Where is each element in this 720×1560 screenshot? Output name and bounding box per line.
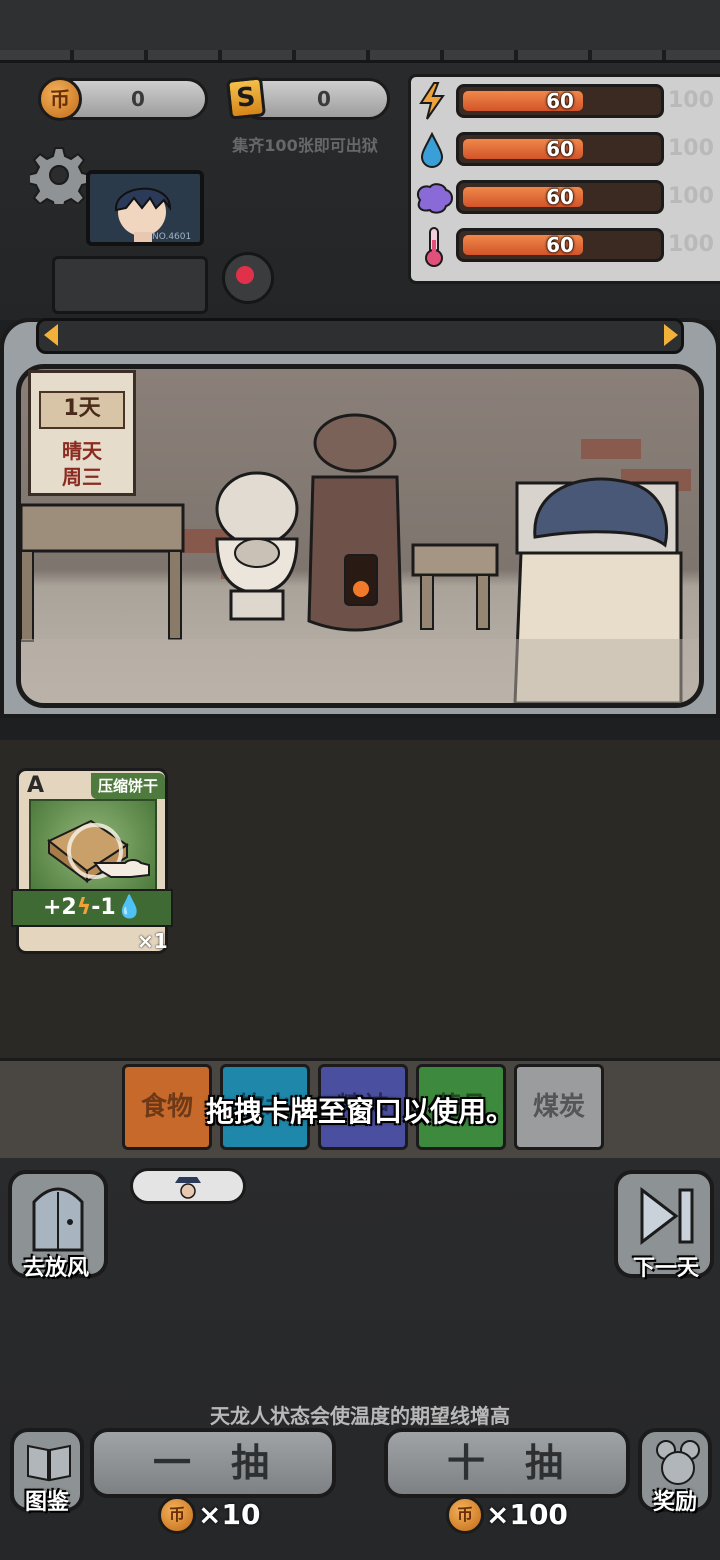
s-token-icon: S bbox=[226, 76, 266, 120]
guard-icon bbox=[175, 1177, 201, 1199]
coin-icon: 币 bbox=[38, 77, 82, 121]
single-draw-button[interactable]: 一抽 bbox=[90, 1428, 336, 1498]
ceiling-bricks bbox=[0, 0, 720, 63]
book-icon bbox=[27, 1444, 71, 1482]
mind-bar: 60 bbox=[456, 180, 664, 214]
coin-value: 0 bbox=[131, 87, 145, 111]
go-out-label: 去放风 bbox=[22, 1256, 89, 1281]
water-small-icon: 💧 bbox=[115, 895, 144, 920]
ten-draw-cost: ×100 bbox=[486, 1498, 568, 1531]
collect-hint: 集齐100张即可出狱 bbox=[232, 136, 378, 155]
calendar-weekday: 周三 bbox=[62, 465, 102, 489]
effect-minus: -1 bbox=[91, 895, 116, 920]
calendar: 1天 晴天 周三 bbox=[28, 370, 136, 496]
water-value: 60 bbox=[546, 137, 574, 161]
guard-speech-bubble bbox=[130, 1168, 246, 1204]
ten-draw-button[interactable]: 十抽 bbox=[384, 1428, 630, 1498]
arrow-right-icon[interactable] bbox=[664, 324, 678, 346]
gear-icon[interactable] bbox=[30, 146, 88, 204]
temperature-value: 60 bbox=[546, 233, 574, 257]
water-max: 100 bbox=[668, 136, 714, 161]
effect-plus: +2 bbox=[43, 895, 77, 920]
scene-header-bar bbox=[36, 318, 684, 354]
temperature-bar: 60 bbox=[456, 228, 664, 262]
mind-max: 100 bbox=[668, 184, 714, 209]
floor-area bbox=[0, 1158, 720, 1560]
arrow-left-icon[interactable] bbox=[44, 324, 58, 346]
machine bbox=[52, 256, 208, 314]
brain-icon bbox=[416, 183, 453, 214]
door-icon bbox=[32, 1187, 84, 1252]
token-value: 0 bbox=[317, 87, 331, 111]
calendar-day: 1天 bbox=[39, 391, 125, 429]
single-draw-cost: ×10 bbox=[198, 1498, 261, 1531]
coin-icon: 币 bbox=[446, 1496, 484, 1534]
mouse-icon bbox=[656, 1440, 700, 1485]
water-icon bbox=[420, 132, 444, 168]
energy-max: 100 bbox=[668, 88, 714, 113]
energy-icon bbox=[419, 82, 445, 120]
energy-bar: 60 bbox=[456, 84, 664, 118]
calendar-weather: 晴天 bbox=[62, 439, 102, 463]
card-grade: A bbox=[27, 773, 45, 798]
monitor: NO.4601 bbox=[86, 170, 204, 246]
water-bar: 60 bbox=[456, 132, 664, 166]
alarm-light bbox=[222, 252, 274, 304]
card-count: ×1 bbox=[137, 929, 168, 953]
monitor-label: NO.4601 bbox=[152, 232, 192, 242]
mind-value: 60 bbox=[546, 185, 574, 209]
card-name: 压缩饼干 bbox=[91, 773, 165, 799]
codex-label: 图鉴 bbox=[24, 1490, 69, 1515]
item-card[interactable]: A 压缩饼干 +2ϟ-1💧 ×1 bbox=[11, 768, 173, 954]
next-day-label: 下一天 bbox=[632, 1256, 699, 1281]
temperature-max: 100 bbox=[668, 232, 714, 257]
skip-forward-icon bbox=[640, 1186, 694, 1246]
energy-small-icon: ϟ bbox=[76, 895, 92, 920]
pointing-hand-icon bbox=[93, 859, 150, 878]
status-hint: 天龙人状态会使温度的期望线增高 bbox=[210, 1404, 510, 1428]
reward-label: 奖励 bbox=[652, 1490, 697, 1515]
coin-icon: 币 bbox=[158, 1496, 196, 1534]
thermometer-icon bbox=[425, 227, 443, 267]
energy-value: 60 bbox=[546, 89, 574, 113]
card-effect: +2ϟ-1💧 bbox=[11, 889, 173, 927]
drag-tooltip: 拖拽卡牌至窗口以使用。 bbox=[205, 1095, 514, 1128]
